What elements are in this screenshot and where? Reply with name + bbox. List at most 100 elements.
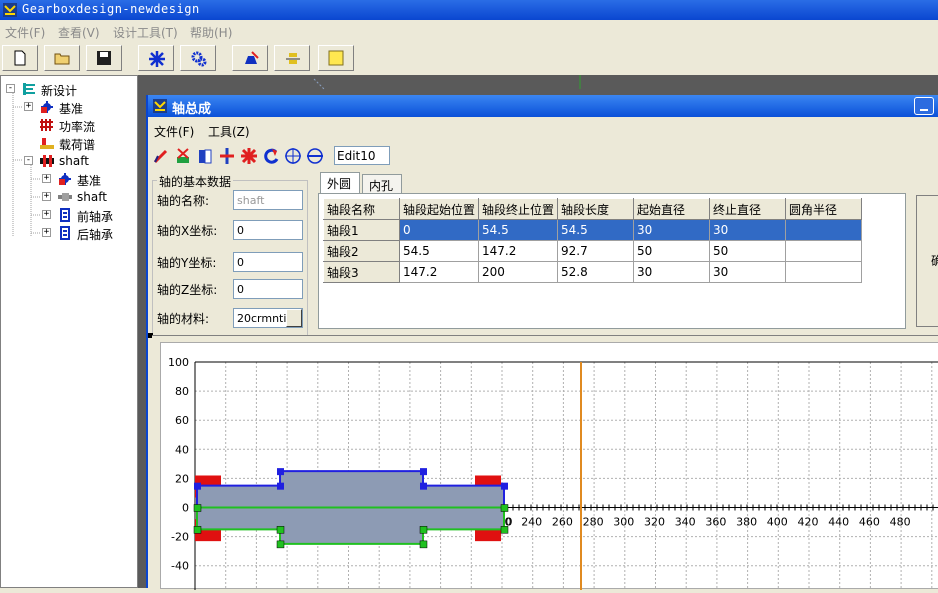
- column-header[interactable]: 轴段起始位置: [398, 198, 480, 220]
- shaft-assembly-icon: [40, 155, 54, 167]
- table-cell[interactable]: 30: [633, 219, 711, 241]
- table-cell[interactable]: [785, 240, 863, 262]
- x-coord-input[interactable]: 0: [233, 220, 303, 240]
- menu-design-tools[interactable]: 设计工具(T): [113, 24, 178, 41]
- table-cell[interactable]: 0: [398, 219, 480, 241]
- tree-node-label: 基准: [59, 102, 84, 116]
- new-button[interactable]: [2, 45, 38, 71]
- table-cell[interactable]: 52.8: [557, 261, 635, 283]
- tree-node[interactable]: + 后轴承: [1, 225, 137, 242]
- open-button[interactable]: [44, 45, 80, 71]
- expand-icon[interactable]: +: [42, 210, 51, 219]
- gear-pair-button[interactable]: [180, 45, 216, 71]
- column-header[interactable]: 轴段名称: [323, 198, 400, 220]
- material-select[interactable]: 20crmnti: [233, 308, 303, 328]
- table-cell[interactable]: 30: [633, 261, 711, 283]
- chevron-down-icon[interactable]: [286, 309, 302, 327]
- table-cell[interactable]: 30: [709, 261, 787, 283]
- save-button[interactable]: [86, 45, 122, 71]
- rotate-icon[interactable]: [262, 146, 280, 166]
- collapse-icon[interactable]: -: [6, 84, 15, 93]
- table-cell[interactable]: 147.2: [478, 240, 559, 262]
- table-row[interactable]: 轴段2 54.5 147.2 92.7 50 50: [323, 240, 863, 262]
- table-cell[interactable]: 54.5: [478, 219, 559, 241]
- cut-segment-icon[interactable]: [174, 146, 192, 166]
- burst-icon[interactable]: [240, 146, 258, 166]
- menu-file[interactable]: 文件(F): [5, 24, 45, 41]
- gear-tool-button[interactable]: [138, 45, 174, 71]
- bearing-tool-button[interactable]: [274, 45, 310, 71]
- collapse-icon[interactable]: -: [24, 156, 33, 165]
- table-cell[interactable]: [785, 219, 863, 241]
- new-file-icon: [14, 50, 26, 66]
- shaft-profile-plot[interactable]: 100806040200-20-400220240260280300320340…: [160, 342, 938, 590]
- child-menu-file[interactable]: 文件(F): [154, 123, 194, 140]
- expand-icon[interactable]: +: [42, 192, 51, 201]
- table-row[interactable]: 轴段3 147.2 200 52.8 30 30: [323, 261, 863, 283]
- datum-icon: [59, 173, 71, 185]
- table-cell[interactable]: 54.5: [398, 240, 480, 262]
- split-segment-icon[interactable]: [196, 146, 214, 166]
- table-cell[interactable]: 50: [709, 240, 787, 262]
- column-header[interactable]: 起始直径: [633, 198, 711, 220]
- z-coord-input[interactable]: 0: [233, 279, 303, 299]
- material-value: 20crmnti: [237, 312, 287, 325]
- tree-node[interactable]: + 基准: [1, 99, 137, 116]
- tree-node[interactable]: + 前轴承: [1, 207, 137, 224]
- table-row[interactable]: 轴段1 0 54.5 54.5 30 30: [323, 219, 863, 241]
- menu-view[interactable]: 查看(V): [58, 24, 100, 41]
- upper-handle: [194, 482, 201, 490]
- row-header-cell[interactable]: 轴段3: [323, 261, 400, 283]
- y-tick-label: 100: [168, 356, 189, 369]
- tree-node[interactable]: + 基准: [1, 171, 137, 188]
- column-header[interactable]: 轴段终止位置: [478, 198, 559, 220]
- table-cell[interactable]: [785, 261, 863, 283]
- minimize-button[interactable]: [914, 97, 934, 115]
- lower-handle: [193, 526, 202, 534]
- merge-segment-icon[interactable]: [218, 146, 236, 166]
- expand-icon[interactable]: +: [42, 228, 51, 237]
- column-header[interactable]: 圆角半径: [785, 198, 863, 220]
- shaft-assembly-window[interactable]: 轴总成 文件(F) 工具(Z) Edit10 轴的基本数据 轴的名称: shaf…: [146, 95, 938, 590]
- datum-icon: [41, 101, 53, 113]
- table-cell[interactable]: 147.2: [398, 261, 480, 283]
- tree-node[interactable]: + shaft: [1, 189, 137, 205]
- app-title: Gearboxdesign-newdesign: [22, 2, 200, 16]
- tab-outer-circle[interactable]: 外圆: [320, 172, 360, 194]
- shaft-tool-button[interactable]: [232, 45, 268, 71]
- y-tick-label: 40: [175, 443, 189, 456]
- center-hole-icon[interactable]: [284, 146, 302, 166]
- toolbar-edit-field[interactable]: Edit10: [334, 146, 390, 165]
- table-cell[interactable]: 50: [633, 240, 711, 262]
- column-header[interactable]: 终止直径: [709, 198, 787, 220]
- column-header[interactable]: 轴段长度: [557, 198, 635, 220]
- add-segment-icon[interactable]: [152, 146, 170, 166]
- note-tool-button[interactable]: [318, 45, 354, 71]
- tree-node[interactable]: 功率流: [1, 117, 137, 134]
- table-cell[interactable]: 30: [709, 219, 787, 241]
- y-coord-input[interactable]: 0: [233, 252, 303, 272]
- shaft-name-input[interactable]: shaft: [233, 190, 303, 210]
- gear-pair-icon: [191, 51, 207, 67]
- tree-node-label: 载荷谱: [59, 138, 96, 152]
- child-title-bar[interactable]: 轴总成: [148, 95, 938, 117]
- table-cell[interactable]: 200: [478, 261, 559, 283]
- menu-help[interactable]: 帮助(H): [190, 24, 232, 41]
- expand-icon[interactable]: +: [42, 174, 51, 183]
- table-cell[interactable]: 54.5: [557, 219, 635, 241]
- child-menu-tools[interactable]: 工具(Z): [208, 123, 250, 140]
- row-header-cell[interactable]: 轴段1: [323, 219, 400, 241]
- segment-table[interactable]: 轴段名称 轴段起始位置 轴段终止位置 轴段长度 起始直径 终止直径 圆角半径 轴段1 0 54.…: [323, 198, 863, 283]
- row-header-cell[interactable]: 轴段2: [323, 240, 400, 262]
- y-tick-label: 60: [175, 414, 189, 427]
- table-cell[interactable]: 92.7: [557, 240, 635, 262]
- confirm-button[interactable]: 确: [916, 195, 938, 327]
- tab-inner-hole[interactable]: 内孔: [362, 174, 402, 194]
- section-icon[interactable]: [306, 146, 324, 166]
- design-tree[interactable]: - 新设计 + 基准 功率流 载荷谱 - shaft + 基准 + shaft + 前轴承 + 后轴承: [0, 75, 138, 588]
- expand-icon[interactable]: +: [24, 102, 33, 111]
- tree-node[interactable]: - shaft: [1, 153, 137, 169]
- tree-node[interactable]: - 新设计: [1, 81, 137, 98]
- x-tick-label: 240: [521, 516, 542, 529]
- tree-node[interactable]: 载荷谱: [1, 135, 137, 152]
